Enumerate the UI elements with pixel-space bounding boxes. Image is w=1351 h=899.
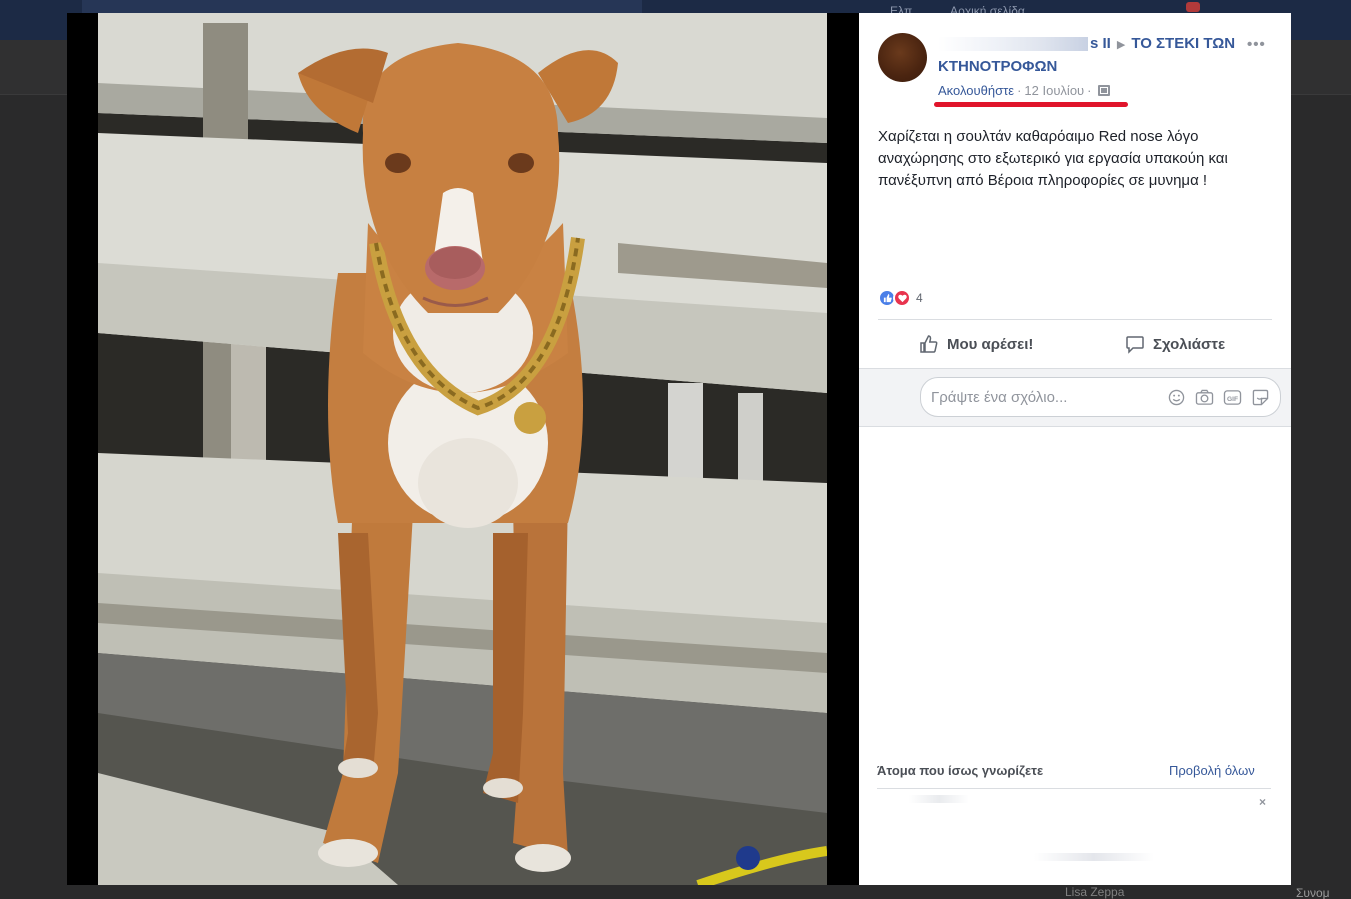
like-button[interactable]: Μου αρέσει! bbox=[919, 331, 1033, 357]
close-icon[interactable]: × bbox=[1259, 795, 1266, 809]
post-side-panel: s II ▶ ΤΟ ΣΤΕΚΙ ΤΩΝ ΚΤΗΝΟΤΡΟΦΩΝ ••• Ακολου… bbox=[859, 13, 1291, 885]
post-header-title: s II ▶ ΤΟ ΣΤΕΚΙ ΤΩΝ ΚΤΗΝΟΤΡΟΦΩΝ bbox=[938, 33, 1238, 78]
redacted-name bbox=[938, 37, 1088, 52]
comments-section: GIF bbox=[859, 368, 1291, 427]
thumbs-up-icon bbox=[920, 335, 938, 353]
post-meta: Ακολουθήστε · 12 Ιουλίου · bbox=[938, 83, 1110, 98]
reactions-summary[interactable]: 4 bbox=[878, 288, 923, 308]
composer-icons: GIF bbox=[1167, 388, 1270, 407]
emoji-icon[interactable] bbox=[1167, 388, 1186, 407]
dog-photo-illustration bbox=[98, 13, 827, 885]
divider bbox=[877, 788, 1271, 789]
camera-icon[interactable] bbox=[1195, 388, 1214, 407]
notification-badge bbox=[1186, 2, 1200, 12]
post-date[interactable]: 12 Ιουλίου bbox=[1024, 83, 1084, 98]
post-body-text: Χαρίζεται η σουλτάν καθαρόαιμο Red nose … bbox=[878, 128, 1228, 189]
pymk-title: Άτομα που ίσως γνωρίζετε bbox=[877, 763, 1044, 778]
poster-name-fragment[interactable]: s II bbox=[1090, 35, 1111, 52]
meta-separator: · bbox=[1087, 83, 1092, 98]
svg-text:GIF: GIF bbox=[1227, 396, 1238, 403]
comment-label: Σχολιάστε bbox=[1153, 335, 1226, 353]
post-photo bbox=[98, 13, 827, 885]
redacted-suggestion bbox=[1034, 853, 1154, 861]
share-arrow-icon: ▶ bbox=[1116, 39, 1126, 51]
love-reaction-icon bbox=[893, 289, 911, 307]
sticker-icon[interactable] bbox=[1251, 388, 1270, 407]
more-options-icon[interactable]: ••• bbox=[1247, 36, 1266, 53]
audience-icon[interactable] bbox=[1097, 85, 1110, 96]
comment-button[interactable]: Σχολιάστε bbox=[1125, 331, 1225, 357]
follow-link[interactable]: Ακολουθήστε bbox=[938, 83, 1014, 98]
meta-separator: · bbox=[1017, 83, 1022, 98]
comment-icon bbox=[1126, 336, 1144, 354]
red-highlight-underline bbox=[934, 102, 1128, 107]
chat-label: Συνομ bbox=[1296, 886, 1330, 899]
redacted-suggestion bbox=[909, 795, 969, 803]
pymk-see-all-link[interactable]: Προβολή όλων bbox=[1169, 763, 1255, 778]
comment-input[interactable] bbox=[931, 388, 1151, 406]
reaction-count: 4 bbox=[916, 291, 923, 305]
comment-composer[interactable]: GIF bbox=[920, 377, 1281, 417]
chat-contact: Lisa Zeppa bbox=[1065, 885, 1125, 899]
divider bbox=[878, 319, 1272, 320]
poster-avatar[interactable] bbox=[878, 33, 927, 82]
like-label: Μου αρέσει! bbox=[947, 335, 1034, 353]
gif-icon[interactable]: GIF bbox=[1223, 388, 1242, 407]
